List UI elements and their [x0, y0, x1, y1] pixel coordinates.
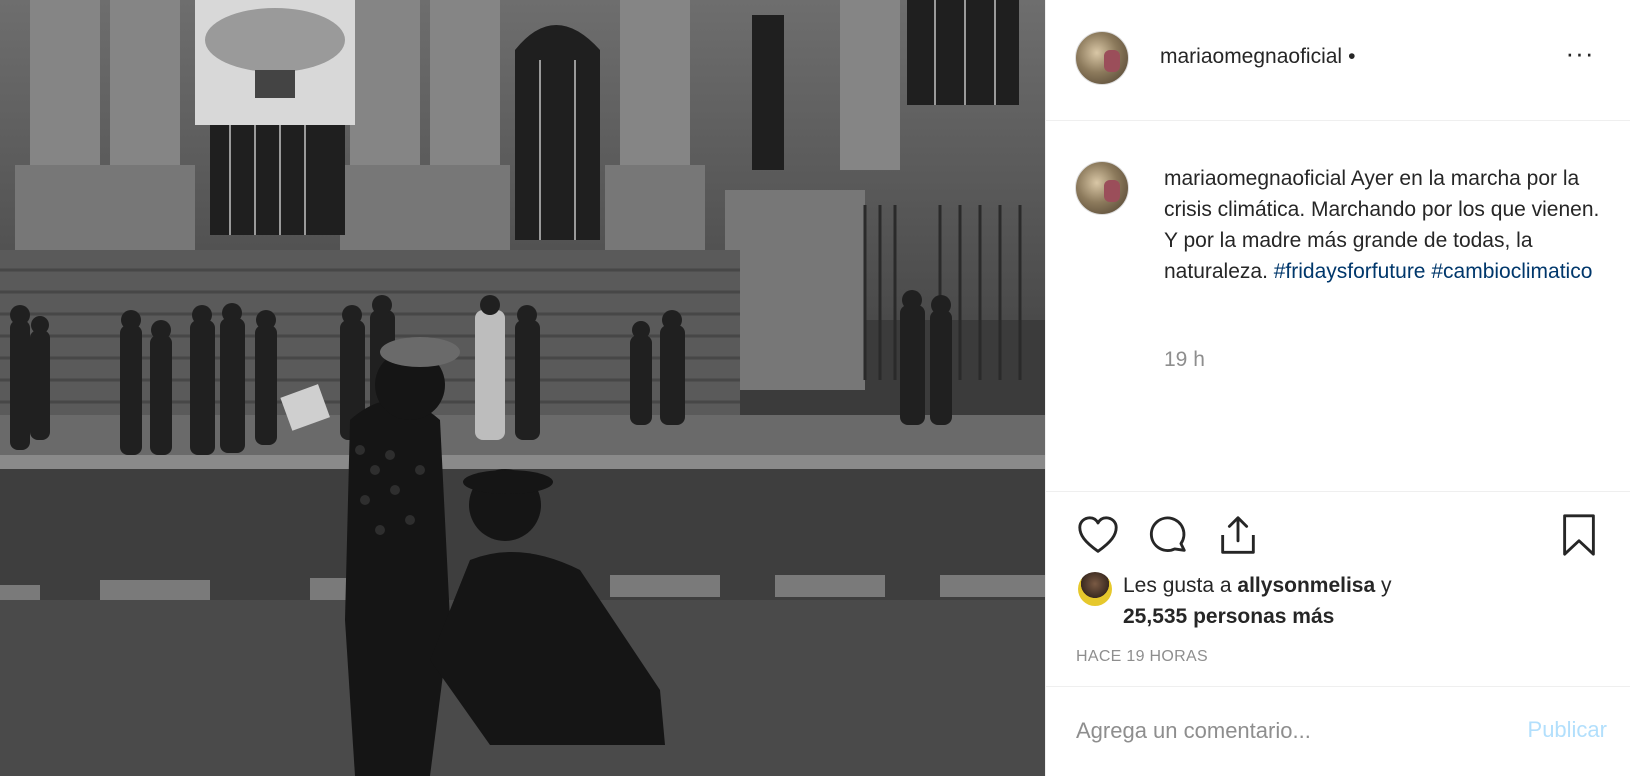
comment-input[interactable]: [1076, 715, 1476, 747]
author-avatar[interactable]: [1075, 31, 1129, 85]
post-photo[interactable]: [0, 0, 1045, 776]
caption-username[interactable]: mariaomegnaoficial: [1164, 167, 1346, 190]
caption-time-ago[interactable]: 19 h: [1164, 348, 1205, 372]
author-username[interactable]: mariaomegnaoficial •: [1160, 45, 1355, 69]
liker-username[interactable]: allysonmelisa: [1237, 574, 1375, 597]
caption-author-avatar[interactable]: [1075, 161, 1129, 215]
share-icon[interactable]: [1215, 512, 1261, 558]
likes-conjunction: y: [1375, 574, 1392, 597]
hashtag-cambioclimatico[interactable]: #cambioclimatico: [1431, 260, 1592, 283]
post-header: mariaomegnaoficial • ···: [1046, 0, 1630, 121]
liker-avatar[interactable]: [1078, 572, 1112, 606]
post-timestamp[interactable]: HACE 19 HORAS: [1076, 648, 1208, 666]
comment-bar: Publicar: [1046, 686, 1630, 776]
likes-prefix: Les gusta a: [1123, 574, 1238, 597]
caption-text: mariaomegnaoficial Ayer en la marcha por…: [1164, 163, 1604, 287]
hashtag-fridaysforfuture[interactable]: #fridaysforfuture: [1274, 260, 1426, 283]
action-bar: [1046, 492, 1630, 564]
post-detail-panel: mariaomegnaoficial • ··· mariaomegnaofici…: [1045, 0, 1630, 776]
caption-section: mariaomegnaoficial Ayer en la marcha por…: [1046, 121, 1630, 492]
likes-count[interactable]: 25,535 personas más: [1123, 605, 1334, 628]
username-text[interactable]: mariaomegnaoficial: [1160, 45, 1342, 68]
publish-button[interactable]: Publicar: [1528, 717, 1607, 743]
heart-icon[interactable]: [1075, 512, 1121, 558]
comment-icon[interactable]: [1145, 512, 1191, 558]
likes-text: Les gusta a allysonmelisa y 25,535 perso…: [1123, 570, 1392, 632]
bookmark-icon[interactable]: [1556, 512, 1602, 558]
likes-section: Les gusta a allysonmelisa y 25,535 perso…: [1076, 570, 1596, 634]
header-dot: •: [1348, 45, 1356, 68]
photo-illustration: [0, 0, 1045, 776]
ellipsis-icon[interactable]: ···: [1565, 40, 1595, 70]
